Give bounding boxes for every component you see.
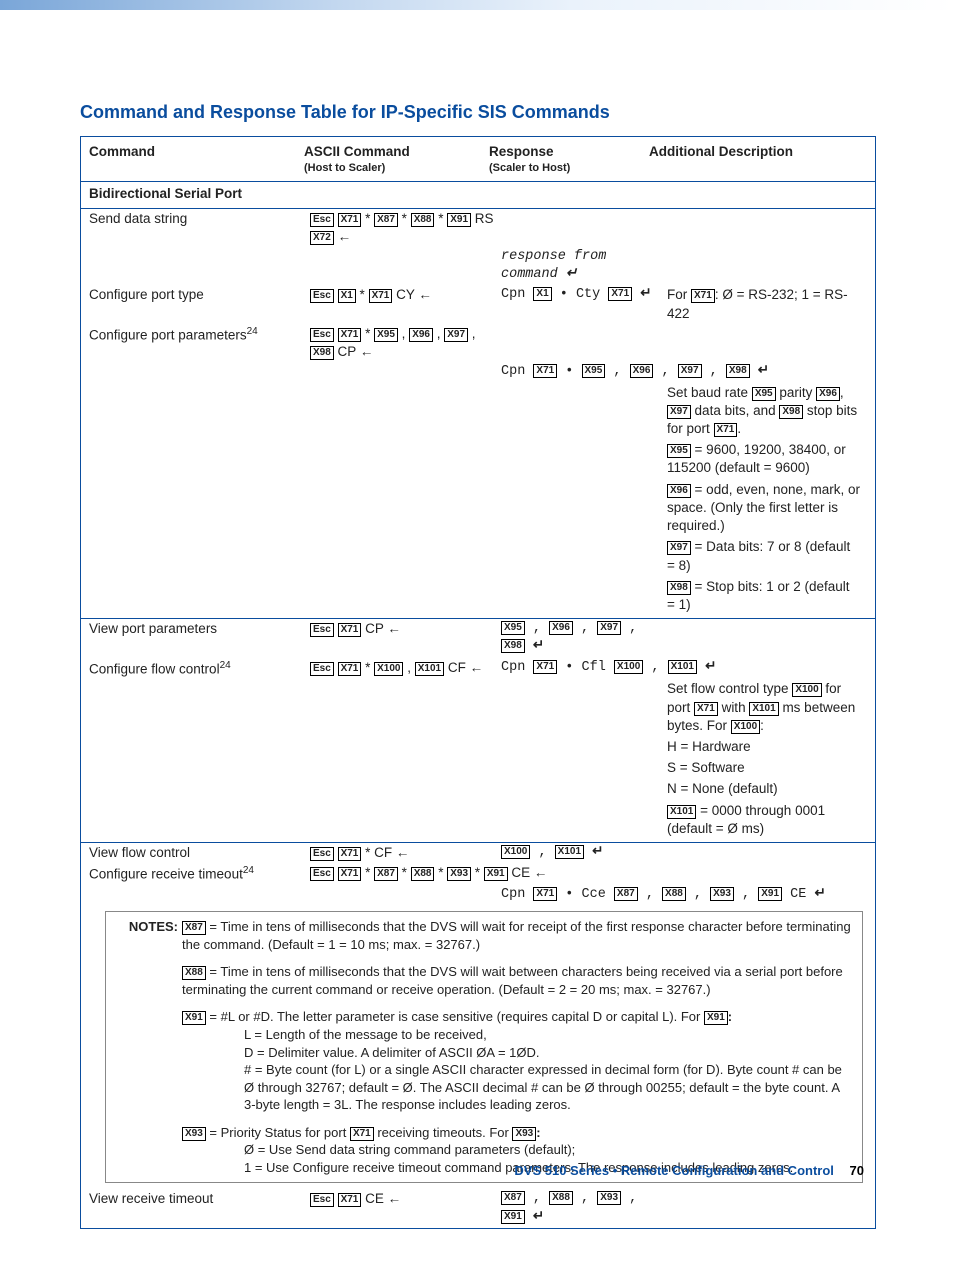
row-vrto: View receive timeout Esc X71 CE X87 , X8…	[81, 1189, 875, 1227]
row-send-resp: response from command	[81, 247, 875, 285]
col-command: Command	[89, 143, 304, 175]
col-response: Response (Scaler to Host)	[489, 143, 649, 175]
row-flow-desc: Set flow control type X100 for port X71 …	[81, 679, 875, 843]
row-pparam-resp: Cpn X71 • X95 , X96 , X97 , X98	[81, 362, 875, 382]
col-ascii: ASCII Command (Host to Scaler)	[304, 143, 489, 175]
command-table: Command ASCII Command (Host to Scaler) R…	[80, 136, 876, 1228]
row-vflow: View flow control Esc X71 * CF X100 , X1…	[81, 843, 875, 863]
row-pparam-desc: Set baud rate X95 parity X96, X97 data b…	[81, 383, 875, 620]
row-rto-resp: Cpn X71 • Cce X87 , X88 , X93 , X91 CE	[81, 885, 875, 905]
page-footer: DVS 510 Series • Remote Configuration an…	[0, 1162, 954, 1180]
notes-box: NOTES: X87 = Time in tens of millisecond…	[105, 911, 863, 1183]
row-ptype: Configure port type Esc X1 * X71 CY Cpn …	[81, 285, 875, 323]
row-flow: Configure flow control24 Esc X71 * X100 …	[81, 658, 875, 680]
page-content: Command and Response Table for IP-Specif…	[0, 0, 954, 1269]
cmd-send: Esc X71 * X87 * X88 * X91 RS X72	[310, 210, 501, 246]
row-vparam: View port parameters Esc X71 CP X95 , X9…	[81, 619, 875, 657]
table-header: Command ASCII Command (Host to Scaler) R…	[81, 137, 875, 182]
col-desc: Additional Description	[649, 143, 867, 175]
page-title: Command and Response Table for IP-Specif…	[80, 100, 874, 124]
section-bidirectional: Bidirectional Serial Port	[81, 182, 875, 208]
row-send: Send data string Esc X71 * X87 * X88 * X…	[81, 209, 875, 247]
row-rto: Configure receive timeout24 Esc X71 * X8…	[81, 863, 875, 885]
header-gradient	[0, 0, 954, 10]
row-pparam: Configure port parameters24 Esc X71 * X9…	[81, 324, 875, 362]
